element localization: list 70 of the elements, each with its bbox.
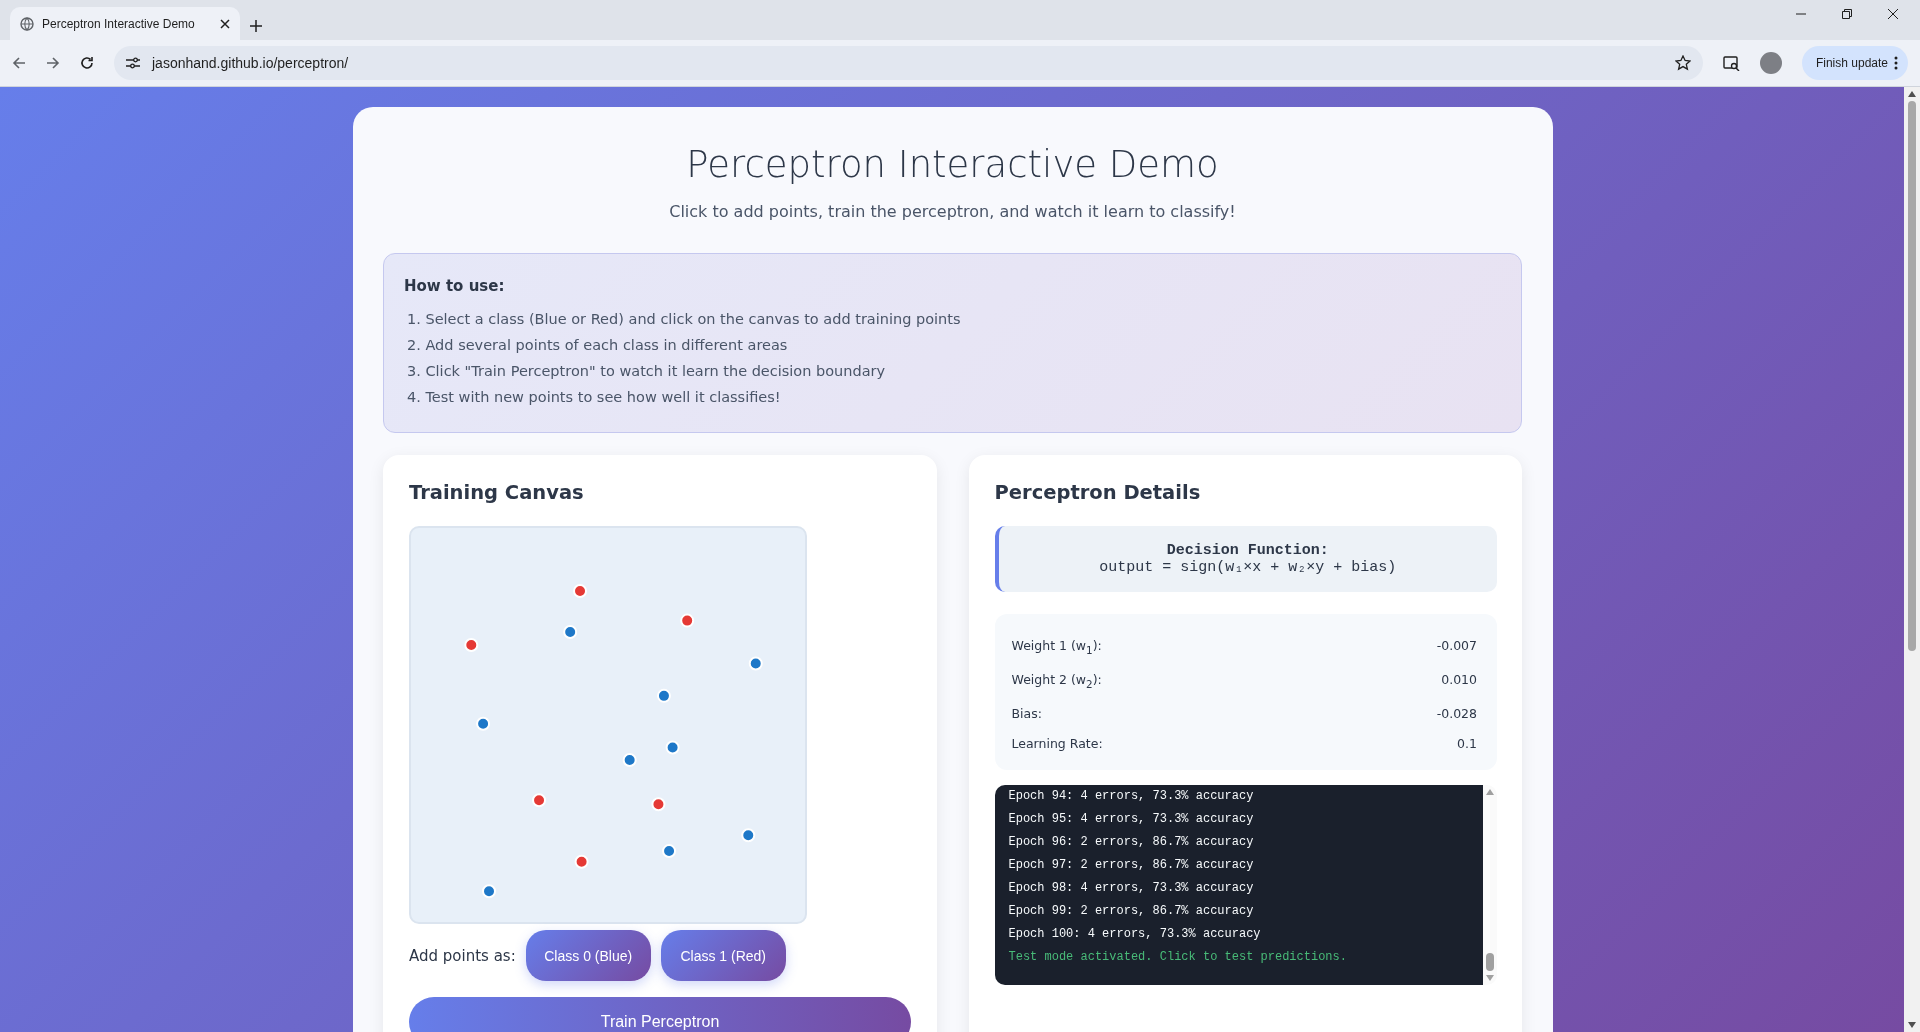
log-line: Epoch 99: 2 errors, 86.7% accuracy xyxy=(1008,903,1255,920)
instructions-heading: How to use: xyxy=(404,276,506,296)
data-point xyxy=(622,753,637,768)
page-scrollbar[interactable] xyxy=(1904,87,1920,1032)
class-button[interactable]: Class 1 (Red) xyxy=(660,930,786,981)
scroll-thumb[interactable] xyxy=(1486,953,1494,971)
data-point xyxy=(680,613,695,628)
data-point xyxy=(574,854,589,869)
site-settings-icon[interactable] xyxy=(126,57,140,69)
address-bar[interactable]: jasonhand.github.io/perceptron/ xyxy=(114,46,1703,80)
function-formula: output = sign(w₁×x + w₂×y + bias) xyxy=(1099,559,1397,576)
data-point xyxy=(665,740,680,755)
menu-icon xyxy=(1894,56,1898,70)
function-title: Decision Function: xyxy=(1166,542,1329,559)
data-point xyxy=(656,688,671,703)
parameter-value: 0.1 xyxy=(1457,734,1477,753)
search-tab-icon[interactable] xyxy=(1722,55,1740,71)
data-point xyxy=(748,656,763,671)
update-button[interactable]: Finish update xyxy=(1801,46,1908,80)
log-line: Test mode activated. Click to test predictions. xyxy=(1008,949,1348,966)
panel-title: Perceptron Details xyxy=(994,481,1202,505)
parameter-value: 0.010 xyxy=(1441,671,1477,689)
page-title: Perceptron Interactive Demo xyxy=(685,142,1220,188)
star-icon[interactable] xyxy=(1674,55,1691,71)
data-point xyxy=(532,793,547,808)
parameter-label: Weight 1 (w$_{1}$): xyxy=(1011,637,1102,658)
data-point xyxy=(651,797,666,812)
log-line: Epoch 94: 4 errors, 73.3% accuracy xyxy=(1008,788,1255,805)
data-point xyxy=(662,844,677,859)
log-line: Epoch 100: 4 errors, 73.3% accuracy xyxy=(1008,926,1262,943)
url-text: jasonhand.github.io/perceptron/ xyxy=(152,55,350,71)
reload-icon[interactable] xyxy=(80,56,94,70)
instruction-step: 4. Test with new points to see how well it classifies! xyxy=(404,384,1501,410)
tab-title: Perceptron Interactive Demo xyxy=(42,16,196,31)
data-point xyxy=(563,625,578,639)
back-icon[interactable] xyxy=(12,56,26,70)
page-subtitle: Click to add points, train the perceptron, and watch it learn to classify! xyxy=(668,201,1237,223)
instruction-step: 1. Select a class (Blue or Red) and click on the canvas to add training points xyxy=(404,306,1501,332)
globe-icon xyxy=(20,16,34,31)
parameter-label: Learning Rate: xyxy=(1011,734,1103,753)
parameter-label: Bias: xyxy=(1011,705,1042,723)
data-point xyxy=(476,716,491,731)
train-button[interactable]: Train Perceptron xyxy=(409,997,911,1032)
data-point xyxy=(573,584,588,599)
forward-icon[interactable] xyxy=(46,56,60,70)
parameter-label: Weight 2 (w$_{2}$): xyxy=(1011,671,1102,692)
add-points-label: Add points as: xyxy=(409,946,516,965)
data-point xyxy=(464,638,479,652)
parameter-value: -0.028 xyxy=(1436,705,1477,723)
log-line: Epoch 97: 2 errors, 86.7% accuracy xyxy=(1008,857,1255,874)
log-line: Epoch 95: 4 errors, 73.3% accuracy xyxy=(1008,811,1255,828)
browser-tab[interactable]: Perceptron Interactive Demo xyxy=(10,7,240,40)
scroll-down-icon[interactable] xyxy=(1908,1022,1916,1028)
new-tab-icon[interactable] xyxy=(250,20,262,32)
close-icon[interactable] xyxy=(1888,9,1898,19)
scroll-up-icon[interactable] xyxy=(1908,91,1916,97)
profile-avatar[interactable] xyxy=(1759,52,1782,74)
log-line: Epoch 98: 4 errors, 73.3% accuracy xyxy=(1008,880,1255,897)
instruction-step: 2. Add several points of each class in different areas xyxy=(404,332,1501,358)
parameter-value: -0.007 xyxy=(1436,637,1477,655)
instruction-step: 3. Click "Train Perceptron" to watch it learn the decision boundary xyxy=(404,358,1501,384)
scroll-thumb[interactable] xyxy=(1908,101,1916,651)
close-icon[interactable] xyxy=(220,18,230,29)
data-point xyxy=(482,884,496,899)
log-line: Epoch 96: 2 errors, 86.7% accuracy xyxy=(1008,834,1255,851)
panel-title: Training Canvas xyxy=(409,481,585,505)
log-scrollbar[interactable] xyxy=(1483,785,1497,985)
data-point xyxy=(741,828,756,843)
class-button[interactable]: Class 0 (Blue) xyxy=(525,930,651,981)
restore-icon[interactable] xyxy=(1842,9,1852,19)
